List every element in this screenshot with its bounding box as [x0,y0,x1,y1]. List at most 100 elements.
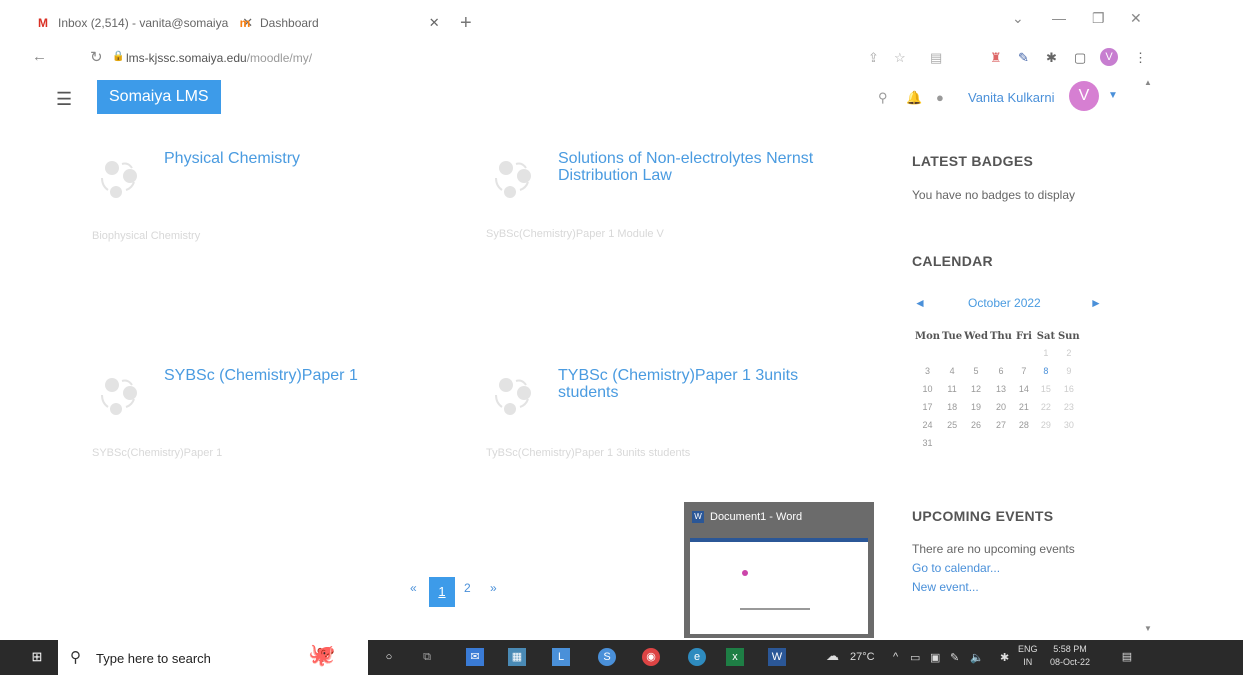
course-title[interactable]: TYBSc (Chemistry)Paper 1 3units students [558,367,818,401]
tray-app-icon[interactable]: ✱ [1000,651,1009,664]
side-panel-icon[interactable]: ▢ [1074,50,1086,66]
profile-avatar[interactable]: V [1100,48,1118,66]
tab-search-icon[interactable]: ⌄ [1012,10,1024,27]
calendar-day[interactable]: 18 [941,398,963,416]
calendar-day[interactable]: 28 [1013,416,1035,434]
pagination-next[interactable]: » [490,581,497,595]
notifications-bell-icon[interactable]: 🔔 [906,90,922,106]
bookmark-star-icon[interactable]: ☆ [894,50,906,66]
calendar-day[interactable]: 15 [1035,380,1057,398]
calendar-day[interactable]: 1 [1035,344,1057,362]
extensions-puzzle-icon[interactable]: ✱ [1046,50,1057,66]
calendar-day[interactable]: 31 [914,434,941,452]
task-view-icon[interactable]: ⧉ [418,648,436,666]
s-app-icon[interactable]: S [598,648,616,666]
go-to-calendar-link[interactable]: Go to calendar... [912,561,1000,575]
calendar-day[interactable]: 27 [989,416,1013,434]
calendar-prev-month-icon[interactable]: ◄ [914,296,926,310]
more-menu-icon[interactable]: ⋮ [1134,50,1147,66]
calendar-month-label[interactable]: October 2022 [968,296,1041,310]
messages-icon[interactable]: ● [936,90,944,105]
weather-cloud-icon[interactable]: ☁ [826,648,839,664]
tab-gmail[interactable]: M Inbox (2,514) - vanita@somaiya ✕ [34,8,253,38]
excel-icon[interactable]: x [726,648,744,666]
scroll-up-arrow-icon[interactable]: ▲ [1144,78,1152,87]
restore-icon[interactable]: ❐ [1092,10,1105,27]
calendar-day[interactable]: 2 [1057,344,1081,362]
url-field[interactable]: lms-kjssc.somaiya.edu/moodle/my/ [126,51,312,65]
word-window-preview[interactable]: W Document1 - Word [684,502,874,638]
language-indicator[interactable]: ENG IN [1018,643,1038,669]
calendar-day[interactable]: 6 [989,362,1013,380]
calendar-day[interactable]: 29 [1035,416,1057,434]
extension-icon[interactable]: ♜ [990,50,1002,66]
calendar-day[interactable]: 20 [989,398,1013,416]
course-image-icon [101,161,137,198]
calendar-day[interactable]: 17 [914,398,941,416]
calendar-day[interactable]: 8 [1035,362,1057,380]
minimize-icon[interactable]: — [1052,10,1066,26]
calendar-day[interactable]: 23 [1057,398,1081,416]
calendar-day[interactable]: 25 [941,416,963,434]
course-title[interactable]: Solutions of Non-electrolytes Nernst Dis… [558,150,818,184]
user-avatar[interactable]: V [1069,81,1099,111]
tray-volume-icon[interactable]: 🔈 [970,651,984,664]
taskbar-search-box[interactable]: ⚲ Type here to search 🐙 [58,640,368,675]
weekday-header: Wed [964,330,988,342]
extension-icon[interactable]: ▤ [930,50,942,66]
new-event-link[interactable]: New event... [912,580,979,594]
tab-dashboard[interactable]: m Dashboard ✕ [236,8,440,38]
tray-pen-icon[interactable]: ✎ [950,651,959,664]
close-tab-icon[interactable]: ✕ [429,15,440,31]
chrome-icon[interactable]: ◉ [642,648,660,666]
calendar-day[interactable]: 11 [941,380,963,398]
pagination-page-2[interactable]: 2 [464,581,471,595]
l-app-icon[interactable]: L [552,648,570,666]
course-title[interactable]: Physical Chemistry [164,150,424,167]
calendar-day[interactable]: 5 [963,362,989,380]
close-window-icon[interactable]: ✕ [1130,10,1142,27]
calendar-day[interactable]: 21 [1013,398,1035,416]
weather-temp[interactable]: 27°C [850,651,875,663]
calendar-day[interactable]: 26 [963,416,989,434]
windows-start-icon[interactable]: ⊞ [28,648,46,666]
calendar-day[interactable]: 3 [914,362,941,380]
word-icon[interactable]: W [768,648,786,666]
store-app-icon[interactable]: ▦ [508,648,526,666]
user-menu-caret-icon[interactable]: ▼ [1108,90,1118,101]
calendar-day[interactable]: 30 [1057,416,1081,434]
course-title[interactable]: SYBSc (Chemistry)Paper 1 [164,367,424,384]
mail-app-icon[interactable]: ✉ [466,648,484,666]
calendar-day[interactable]: 16 [1057,380,1081,398]
site-brand[interactable]: Somaiya LMS [97,80,221,114]
tray-network-icon[interactable]: ▣ [930,651,940,664]
notifications-icon[interactable]: ▤ [1118,648,1136,666]
calendar-day[interactable]: 4 [941,362,963,380]
extension-icon[interactable]: ✎ [1018,50,1029,66]
back-icon[interactable]: ← [32,48,47,65]
calendar-day[interactable]: 22 [1035,398,1057,416]
calendar-day[interactable]: 19 [963,398,989,416]
tray-overflow-icon[interactable]: ^ [893,651,898,663]
calendar-day[interactable]: 9 [1057,362,1081,380]
tray-battery-icon[interactable]: ▭ [910,651,920,664]
calendar-day[interactable]: 12 [963,380,989,398]
share-icon[interactable]: ⇪ [868,50,879,66]
edge-icon[interactable]: e [688,648,706,666]
calendar-day[interactable]: 7 [1013,362,1035,380]
calendar-next-month-icon[interactable]: ► [1090,296,1102,310]
search-icon[interactable]: ⚲ [878,90,888,106]
pagination-prev[interactable]: « [410,581,417,595]
calendar-day[interactable]: 14 [1013,380,1035,398]
user-name[interactable]: Vanita Kulkarni [968,90,1054,105]
hamburger-menu-icon[interactable]: ☰ [56,89,72,110]
reload-icon[interactable]: ↻ [90,48,103,66]
cortana-icon[interactable]: ○ [380,648,398,666]
calendar-day[interactable]: 24 [914,416,941,434]
calendar-day[interactable]: 10 [914,380,941,398]
new-tab-icon[interactable]: + [460,12,472,35]
calendar-day[interactable]: 13 [989,380,1013,398]
scroll-down-arrow-icon[interactable]: ▼ [1144,624,1152,633]
pagination-page-current[interactable]: 1 [429,577,455,607]
taskbar-clock[interactable]: 5:58 PM 08-Oct-22 [1050,643,1090,669]
